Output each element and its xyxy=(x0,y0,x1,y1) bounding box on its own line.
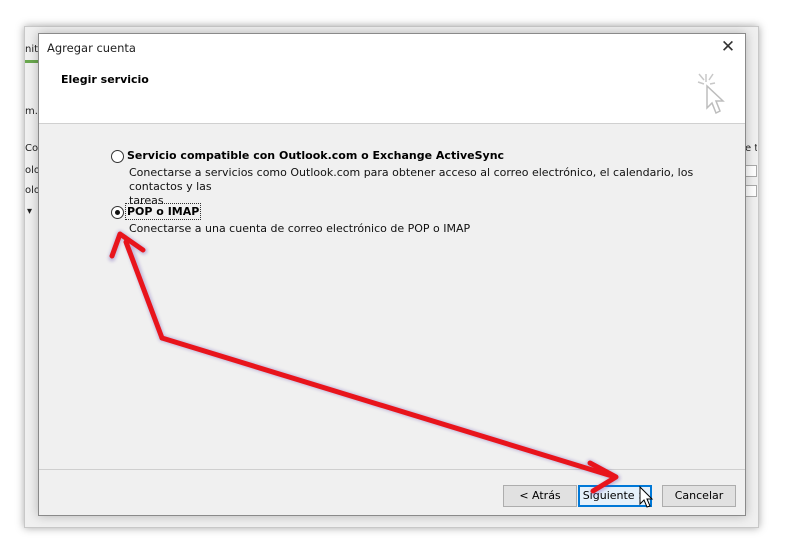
back-button[interactable]: < Atrás xyxy=(503,485,577,507)
bg-fragment: nita xyxy=(25,44,39,55)
bg-accent-bar xyxy=(25,60,39,63)
bg-fragment: olo xyxy=(25,165,39,176)
footer-divider xyxy=(39,469,745,470)
close-icon: ✕ xyxy=(720,37,736,57)
add-account-dialog: Agregar cuenta ✕ Elegir servicio Servici… xyxy=(38,33,746,516)
option-description-line: Conectarse a una cuenta de correo electr… xyxy=(129,222,471,235)
option-label[interactable]: POP o IMAP xyxy=(124,203,202,220)
bg-fragment: Co xyxy=(25,143,39,154)
cancel-button[interactable]: Cancelar xyxy=(662,485,736,507)
option-description: Conectarse a una cuenta de correo electr… xyxy=(129,222,739,236)
next-button[interactable]: Siguiente > xyxy=(578,485,652,507)
wizard-cursor-icon xyxy=(697,73,725,115)
bg-fragment: e t xyxy=(745,143,757,154)
dialog-titlebar: Agregar cuenta ✕ xyxy=(39,34,745,62)
option-description-line: Conectarse a servicios como Outlook.com … xyxy=(129,166,694,193)
page-title: Elegir servicio xyxy=(61,73,149,86)
radio-pop-imap[interactable] xyxy=(111,206,124,219)
bg-fragment: m.c xyxy=(25,106,39,117)
option-description-line: tareas xyxy=(129,194,164,207)
close-button[interactable]: ✕ xyxy=(715,36,741,60)
bg-fragment: olo xyxy=(25,185,39,196)
option-label[interactable]: Servicio compatible con Outlook.com o Ex… xyxy=(127,149,504,162)
dialog-title: Agregar cuenta xyxy=(47,41,136,55)
bg-checkbox xyxy=(745,165,757,177)
option-description: Conectarse a servicios como Outlook.com … xyxy=(129,166,739,208)
radio-exchange-activesync[interactable] xyxy=(111,150,124,163)
bg-checkbox xyxy=(745,185,757,197)
dialog-header: Elegir servicio xyxy=(39,62,745,124)
